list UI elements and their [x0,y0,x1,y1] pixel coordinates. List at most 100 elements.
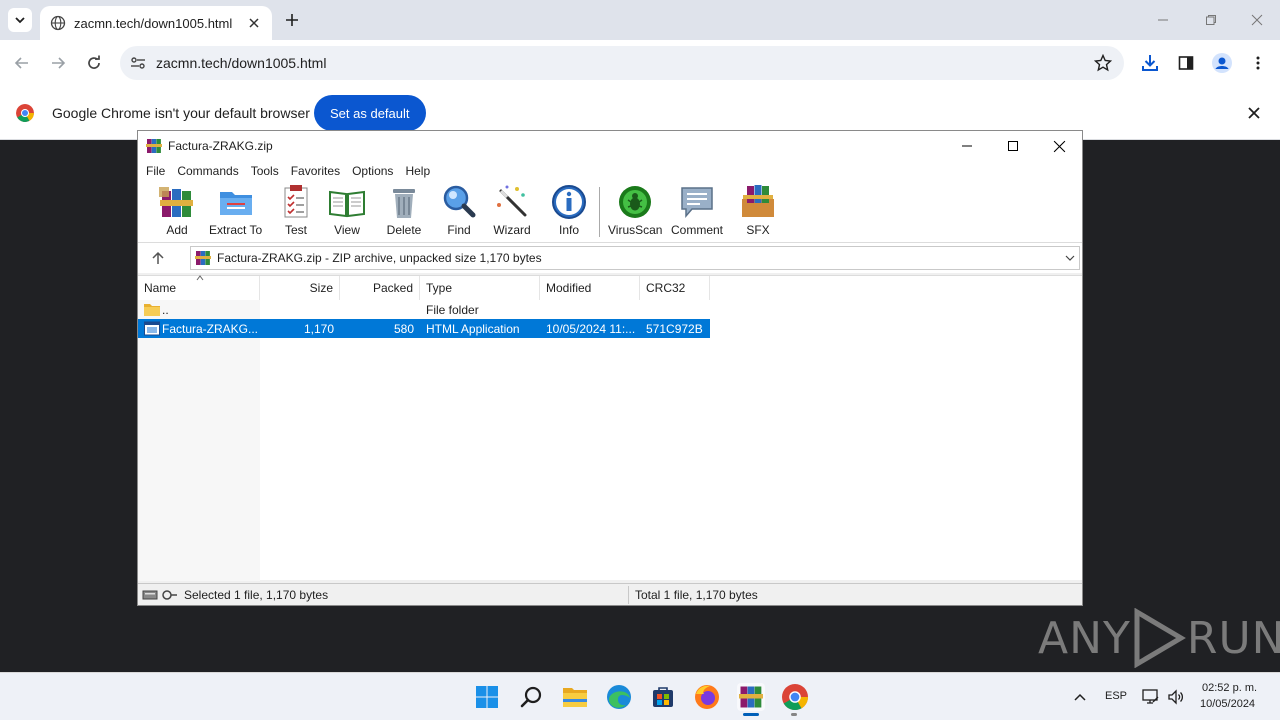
restore-button[interactable] [1188,0,1234,40]
info-icon [552,185,586,219]
comment-button[interactable]: Comment [671,183,723,241]
list-item-parent-folder[interactable]: .. File folder [138,300,710,319]
test-button[interactable]: Test [277,183,315,241]
tab-search-button[interactable] [8,8,32,32]
volume-button[interactable] [1165,683,1187,711]
column-size[interactable]: Size [260,276,340,300]
delete-button[interactable]: Delete [385,183,423,241]
avatar-icon [1212,53,1232,73]
winrar-minimize-button[interactable] [944,131,990,161]
taskbar-file-explorer[interactable] [561,683,589,711]
set-as-default-button[interactable]: Set as default [314,95,426,131]
sfx-button[interactable]: SFX [739,183,777,241]
address-bar[interactable]: zacmn.tech/down1005.html [120,46,1124,80]
status-total: Total 1 file, 1,170 bytes [635,588,758,602]
list-item-selected-file[interactable]: Factura-ZRAKG.... 1,170 580 HTML Applica… [138,319,710,338]
zip-archive-icon [195,251,211,265]
profile-button[interactable] [1210,51,1234,75]
menu-file[interactable]: File [146,164,165,178]
column-modified[interactable]: Modified [540,276,640,300]
close-icon [249,18,259,28]
window-close-button[interactable] [1234,0,1280,40]
show-hidden-icons-button[interactable] [1066,683,1094,711]
cell-modified [546,300,638,319]
chrome-logo-icon [16,104,34,122]
more-vertical-icon [1256,56,1260,70]
wizard-label: Wizard [493,223,531,237]
magic-wand-icon [497,185,527,217]
start-button[interactable] [473,683,501,711]
cell-crc32: 571C972B [646,321,703,336]
clock-time[interactable]: 02:52 p. m. [1202,682,1257,694]
virusscan-button[interactable]: VirusScan [608,183,662,241]
windows-taskbar: ESP 02:52 p. m. 10/05/2024 [0,672,1280,720]
chevron-up-icon [1074,693,1086,701]
info-button[interactable]: Info [550,183,588,241]
download-icon [1142,55,1158,71]
cell-type: HTML Application [426,321,520,336]
bug-scan-icon [619,186,652,218]
watermark-left: ANY [1038,612,1131,664]
network-button[interactable] [1140,683,1162,711]
minimize-icon [1158,19,1168,21]
winrar-menu-bar: File Commands Tools Favorites Options He… [138,161,1082,181]
chrome-logo-icon [782,684,808,710]
browser-tab[interactable]: zacmn.tech/down1005.html [40,6,272,40]
chrome-menu-button[interactable] [1246,51,1270,75]
language-indicator[interactable]: ESP [1105,690,1127,702]
back-button[interactable] [10,51,34,75]
clock-date[interactable]: 10/05/2024 [1200,698,1255,710]
add-button[interactable]: Add [158,183,196,241]
archive-path-field[interactable]: Factura-ZRAKG.zip - ZIP archive, unpacke… [190,246,1080,270]
sfx-label: SFX [746,223,770,237]
view-label: View [334,223,360,237]
firefox-icon [695,685,719,709]
add-label: Add [166,223,188,237]
search-icon [520,686,542,708]
reload-button[interactable] [82,51,106,75]
wizard-button[interactable]: Wizard [493,183,531,241]
taskbar-winrar[interactable] [737,683,765,711]
side-panel-icon [1178,56,1194,70]
winrar-close-button[interactable] [1036,131,1082,161]
tab-close-button[interactable] [246,15,262,31]
extract-to-button[interactable]: Extract To [209,183,262,241]
column-packed[interactable]: Packed [340,276,420,300]
watermark-right: RUN [1186,612,1280,664]
up-folder-icon[interactable] [150,250,166,266]
taskbar-chrome[interactable] [781,683,809,711]
column-type[interactable]: Type [420,276,540,300]
toolbar-separator [599,187,600,237]
side-panel-button[interactable] [1174,51,1198,75]
speaker-icon [1168,689,1184,705]
cell-size: 1,170 [303,321,334,336]
bookmark-star-icon[interactable] [1094,54,1112,72]
taskbar-edge[interactable] [605,683,633,711]
winrar-title-bar[interactable]: Factura-ZRAKG.zip [138,131,1082,161]
edge-browser-icon [607,685,631,709]
find-button[interactable]: Find [440,183,478,241]
taskbar-store[interactable] [649,683,677,711]
site-info-icon[interactable] [130,55,146,71]
taskbar-search-button[interactable] [517,683,545,711]
close-icon [1053,140,1065,152]
menu-commands[interactable]: Commands [177,164,238,178]
winrar-maximize-button[interactable] [990,131,1036,161]
taskbar-firefox[interactable] [693,683,721,711]
new-tab-button[interactable] [282,10,302,30]
hta-file-icon [144,321,160,336]
minimize-button[interactable] [1140,0,1186,40]
chevron-down-icon[interactable] [1065,253,1075,263]
winrar-app-icon [739,686,763,708]
menu-tools[interactable]: Tools [251,164,279,178]
view-button[interactable]: View [328,183,366,241]
column-crc32[interactable]: CRC32 [640,276,710,300]
forward-button[interactable] [46,51,70,75]
book-icon [329,190,365,218]
close-icon [1251,14,1263,26]
menu-help[interactable]: Help [405,164,430,178]
infobar-close-icon[interactable] [1246,105,1262,121]
downloads-button[interactable] [1138,51,1162,75]
menu-favorites[interactable]: Favorites [291,164,340,178]
menu-options[interactable]: Options [352,164,393,178]
